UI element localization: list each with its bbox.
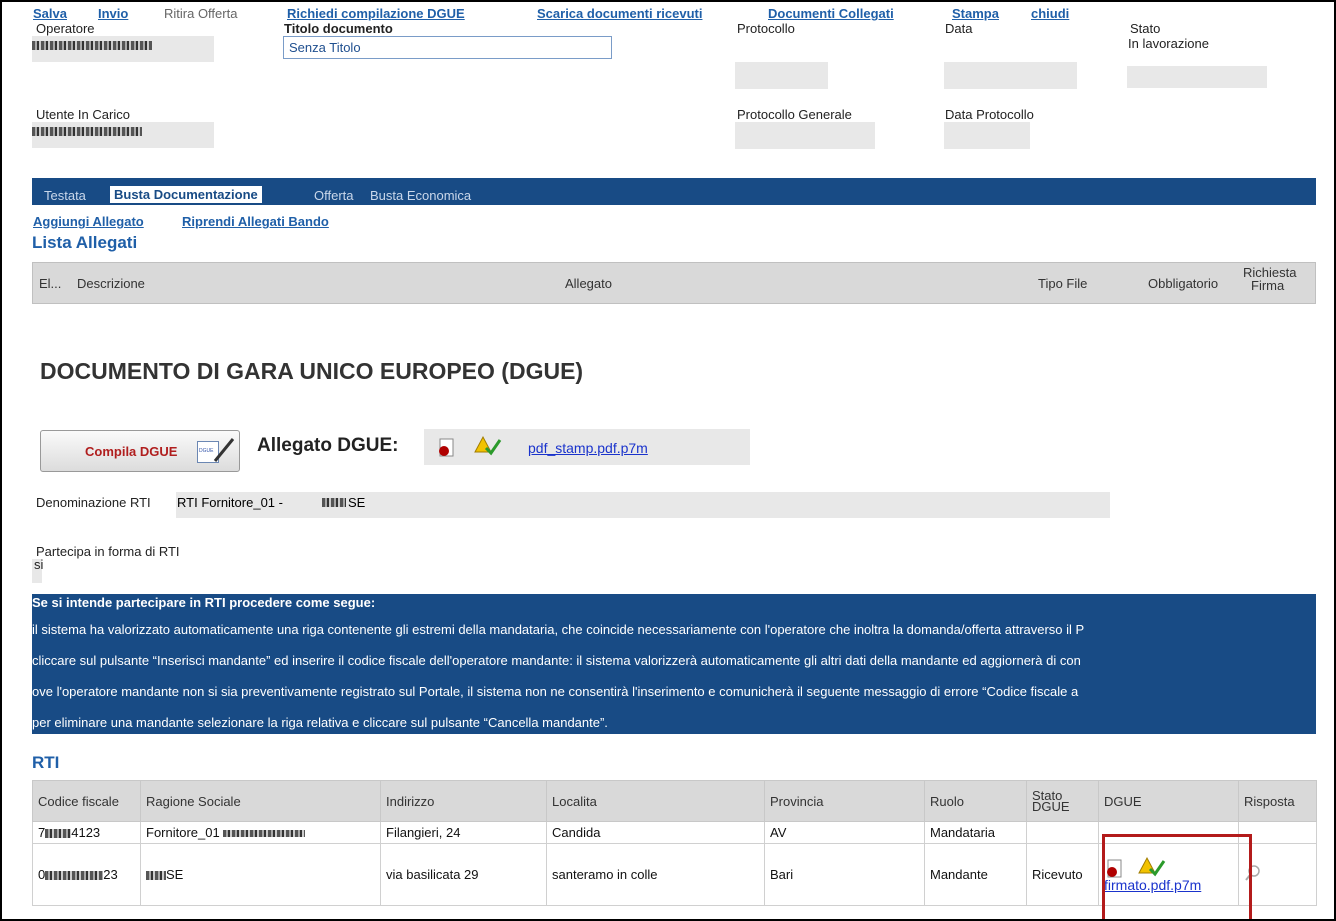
indirizzo-cell: via basilicata 29 [380,843,547,906]
localita-cell: santeramo in colle [546,843,765,906]
provincia-cell: AV [764,821,925,844]
col-indirizzo: Indirizzo [380,780,547,822]
documenti-collegati-link[interactable]: Documenti Collegati [768,6,894,21]
stato-cell: Ricevuto [1026,843,1099,906]
utente-value [32,122,214,148]
allegato-dgue-box: pdf_stamp.pdf.p7m [424,429,750,465]
chiudi-link[interactable]: chiudi [1031,6,1069,21]
ritira-offerta-link[interactable]: Ritira Offerta [164,6,237,21]
stato-cell [1026,821,1099,844]
cf-cell: 7 4123 [32,821,141,844]
denominazione-suffix: SE [348,495,366,510]
stampa-link[interactable]: Stampa [952,6,999,21]
titolo-label: Titolo documento [284,21,393,36]
col-codice-fiscale: Codice fiscale [32,780,141,822]
protocollo-value [735,62,828,89]
compila-dgue-label: Compila DGUE [85,444,178,459]
provincia-cell: Bari [764,843,925,906]
col-tipo-file: Tipo File [1038,276,1088,291]
tab-offerta[interactable]: Offerta [314,188,354,203]
localita-cell: Candida [546,821,765,844]
redacted-text [322,498,346,507]
banner-line-2: cliccare sul pulsante “Inserisci mandant… [32,653,1081,668]
tab-busta-documentazione[interactable]: Busta Documentazione [110,186,262,203]
tab-bar: Testata Busta Documentazione Offerta Bus… [32,178,1316,205]
redacted-text [32,127,142,137]
tab-busta-economica[interactable]: Busta Economica [370,188,471,203]
protocollo-label: Protocollo [737,21,795,36]
richiedi-dgue-link[interactable]: Richiedi compilazione DGUE [287,6,465,21]
document-window: Salva Invio Ritira Offerta Richiedi comp… [0,0,1336,921]
col-el: El... [39,276,62,291]
pencil-icon [213,438,235,462]
allegato-dgue-file-link[interactable]: pdf_stamp.pdf.p7m [528,440,648,456]
allegato-dgue-label: Allegato DGUE: [257,435,399,456]
col-dgue: DGUE [1098,780,1239,822]
operatore-value [32,36,214,62]
rti-instructions-banner: Se si intende partecipare in RTI procede… [32,594,1316,734]
protocollo-generale-label: Protocollo Generale [737,107,852,122]
aggiungi-allegato-link[interactable]: Aggiungi Allegato [33,214,144,229]
highlight-box [1102,834,1252,919]
denominazione-value: RTI Fornitore_01 - [177,495,283,510]
ruolo-cell: Mandataria [924,821,1027,844]
data-value [944,62,1077,89]
titolo-value: Senza Titolo [289,40,361,55]
rti-header-row: Codice fiscale Ragione Sociale Indirizzo… [32,780,1317,822]
col-descrizione: Descrizione [77,276,145,291]
stato-value: In lavorazione [1128,36,1209,51]
riprendi-allegati-link[interactable]: Riprendi Allegati Bando [182,214,329,229]
titolo-input[interactable]: Senza Titolo [283,36,612,59]
partecipa-label: Partecipa in forma di RTI [36,544,180,559]
banner-heading: Se si intende partecipare in RTI procede… [32,595,376,610]
col-allegato: Allegato [565,276,612,291]
compila-dgue-button[interactable]: Compila DGUE DGUE [40,430,240,472]
scarica-documenti-link[interactable]: Scarica documenti ricevuti [537,6,702,21]
banner-line-1: il sistema ha valorizzato automaticament… [32,622,1085,637]
operatore-label: Operatore [36,21,95,36]
stato-label: Stato [1130,21,1161,36]
dgue-title: DOCUMENTO DI GARA UNICO EUROPEO (DGUE) [40,358,584,384]
data-label: Data [945,21,973,36]
partecipa-value: si [34,557,44,572]
denominazione-box: RTI Fornitore_01 - SE [176,492,1110,518]
rti-title: RTI [32,753,60,772]
col-stato-dgue: Stato DGUE [1026,780,1099,822]
ragione-cell: SE [140,843,381,906]
lista-allegati-title: Lista Allegati [32,233,138,252]
indirizzo-cell: Filangieri, 24 [380,821,547,844]
col-risposta: Risposta [1238,780,1317,822]
col-ruolo: Ruolo [924,780,1027,822]
col-provincia: Provincia [764,780,925,822]
data-protocollo-label: Data Protocollo [945,107,1034,122]
allegati-header: El... Descrizione Allegato Tipo File Obb… [32,262,1316,304]
tab-testata[interactable]: Testata [44,188,86,203]
protocollo-generale-value [735,122,875,149]
stato-box [1127,66,1267,88]
col-firma: Firma [1251,278,1285,293]
invio-link[interactable]: Invio [98,6,128,21]
verify-signature-icon[interactable] [472,434,502,456]
col-obbligatorio: Obbligatorio [1148,276,1219,291]
denominazione-label: Denominazione RTI [36,495,151,510]
salva-link[interactable]: Salva [33,6,67,21]
signature-red-dot-icon [439,438,454,457]
redacted-text [32,41,152,51]
cf-cell: 0 23 [32,843,141,906]
col-ragione-sociale: Ragione Sociale [140,780,381,822]
ruolo-cell: Mandante [924,843,1027,906]
utente-label: Utente In Carico [36,107,130,122]
banner-line-4: per eliminare una mandante selezionare l… [32,715,608,730]
banner-line-3: ove l'operatore mandante non si sia prev… [32,684,1079,699]
ragione-cell: Fornitore_01 [140,821,381,844]
col-localita: Localita [546,780,765,822]
data-protocollo-value [944,122,1030,149]
